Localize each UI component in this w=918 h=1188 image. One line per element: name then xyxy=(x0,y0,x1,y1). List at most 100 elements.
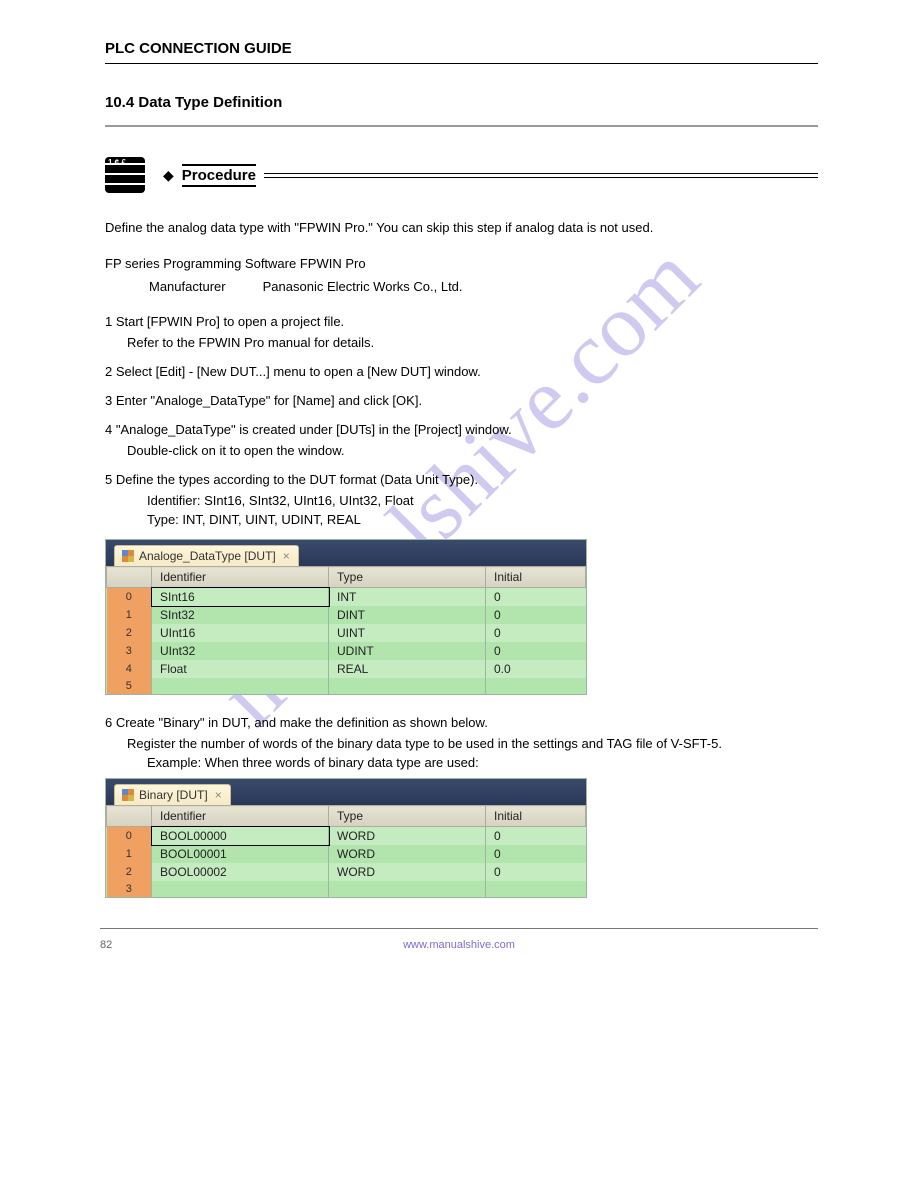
row-num: 4 xyxy=(107,660,152,678)
cell-identifier[interactable]: BOOL00001 xyxy=(152,845,329,863)
row-num: 3 xyxy=(107,881,152,897)
dut-icon xyxy=(122,789,134,801)
cell-type[interactable]: REAL xyxy=(329,660,486,678)
cell-initial[interactable]: 0 xyxy=(486,863,586,881)
row-num: 2 xyxy=(107,624,152,642)
cell-type[interactable] xyxy=(329,678,486,694)
table-row[interactable]: 2UInt16UINT0 xyxy=(107,624,586,642)
step-5-a: 5 Define the types according to the DUT … xyxy=(105,472,818,487)
row-num: 3 xyxy=(107,642,152,660)
cell-initial[interactable]: 0 xyxy=(486,624,586,642)
dut-panel-analoge: Analoge_DataType [DUT] × Identifier Type… xyxy=(105,539,587,695)
cell-initial[interactable] xyxy=(486,678,586,694)
col-identifier[interactable]: Identifier xyxy=(152,567,329,588)
page-number: 82 xyxy=(100,939,130,951)
cell-initial[interactable]: 0 xyxy=(486,588,586,607)
cell-identifier[interactable]: BOOL00002 xyxy=(152,863,329,881)
cell-identifier[interactable]: BOOL00000 xyxy=(152,827,329,846)
cell-identifier[interactable]: UInt32 xyxy=(152,642,329,660)
col-initial[interactable]: Initial xyxy=(486,567,586,588)
cell-initial[interactable]: 0 xyxy=(486,606,586,624)
cell-type[interactable]: INT xyxy=(329,588,486,607)
step-2: 2 Select [Edit] - [New DUT...] menu to o… xyxy=(105,364,818,379)
panel-titlebar: Binary [DUT] × xyxy=(106,779,586,805)
numbered-list-icon xyxy=(105,157,145,193)
cell-type[interactable]: DINT xyxy=(329,606,486,624)
cell-initial[interactable]: 0 xyxy=(486,642,586,660)
col-type[interactable]: Type xyxy=(329,806,486,827)
table-row[interactable]: 4FloatREAL0.0 xyxy=(107,660,586,678)
step-6-a: 6 Create "Binary" in DUT, and make the d… xyxy=(105,715,818,730)
dut-table-binary: Identifier Type Initial 0BOOL00000WORD0 … xyxy=(106,805,586,897)
dut-panel-binary: Binary [DUT] × Identifier Type Initial 0… xyxy=(105,778,587,898)
table-row[interactable]: 3UInt32UDINT0 xyxy=(107,642,586,660)
step-1-a: 1 Start [FPWIN Pro] to open a project fi… xyxy=(105,314,818,329)
cell-identifier[interactable] xyxy=(152,678,329,694)
tab-label: Binary [DUT] xyxy=(139,788,208,802)
bullet-icon: ◆ xyxy=(163,167,174,184)
col-identifier[interactable]: Identifier xyxy=(152,806,329,827)
step-4-a: 4 "Analoge_DataType" is created under [D… xyxy=(105,422,818,437)
row-num: 0 xyxy=(107,588,152,607)
table-row[interactable]: 1SInt32DINT0 xyxy=(107,606,586,624)
procedure-heading-row: ◆ Procedure xyxy=(105,157,818,193)
col-initial[interactable]: Initial xyxy=(486,806,586,827)
footer-site-link[interactable]: www.manualshive.com xyxy=(403,939,515,951)
row-num: 0 xyxy=(107,827,152,846)
footer-rule xyxy=(100,928,818,929)
step-3: 3 Enter "Analoge_DataType" for [Name] an… xyxy=(105,393,818,408)
cell-identifier[interactable]: Float xyxy=(152,660,329,678)
close-icon[interactable]: × xyxy=(215,788,222,802)
step-6-c: Example: When three words of binary data… xyxy=(105,755,818,770)
software-title: FP series Programming Software FPWIN Pro xyxy=(105,253,818,275)
table-row[interactable]: 5 xyxy=(107,678,586,694)
col-blank[interactable] xyxy=(107,806,152,827)
header-title: PLC CONNECTION GUIDE xyxy=(105,40,818,57)
cell-initial[interactable] xyxy=(486,881,586,897)
panel-tab-analoge[interactable]: Analoge_DataType [DUT] × xyxy=(114,545,299,566)
step-5-b: Identifier: SInt16, SInt32, UInt16, UInt… xyxy=(105,493,818,508)
row-num: 1 xyxy=(107,845,152,863)
double-rule xyxy=(264,173,818,178)
step-4-b: Double-click on it to open the window. xyxy=(105,443,818,458)
row-num: 2 xyxy=(107,863,152,881)
cell-type[interactable]: WORD xyxy=(329,827,486,846)
table-row[interactable]: 0SInt16INT0 xyxy=(107,588,586,607)
cell-type[interactable]: UDINT xyxy=(329,642,486,660)
cell-identifier[interactable] xyxy=(152,881,329,897)
cell-initial[interactable]: 0 xyxy=(486,827,586,846)
manufacturer-value: Panasonic Electric Works Co., Ltd. xyxy=(263,279,463,294)
tab-label: Analoge_DataType [DUT] xyxy=(139,549,276,563)
cell-identifier[interactable]: SInt16 xyxy=(152,588,329,607)
table-row[interactable]: 0BOOL00000WORD0 xyxy=(107,827,586,846)
procedure-title: Procedure xyxy=(182,164,256,187)
close-icon[interactable]: × xyxy=(283,549,290,563)
panel-tab-binary[interactable]: Binary [DUT] × xyxy=(114,784,231,805)
header-rule xyxy=(105,63,818,64)
cell-identifier[interactable]: UInt16 xyxy=(152,624,329,642)
cell-type[interactable]: WORD xyxy=(329,845,486,863)
table-row[interactable]: 2BOOL00002WORD0 xyxy=(107,863,586,881)
dut-table-analoge: Identifier Type Initial 0SInt16INT0 1SIn… xyxy=(106,566,586,694)
manufacturer-label: Manufacturer xyxy=(149,279,259,294)
section-divider xyxy=(105,125,818,127)
col-blank[interactable] xyxy=(107,567,152,588)
cell-identifier[interactable]: SInt32 xyxy=(152,606,329,624)
cell-initial[interactable]: 0.0 xyxy=(486,660,586,678)
cell-type[interactable]: WORD xyxy=(329,863,486,881)
cell-type[interactable]: UINT xyxy=(329,624,486,642)
row-num: 1 xyxy=(107,606,152,624)
cell-type[interactable] xyxy=(329,881,486,897)
table-row[interactable]: 3 xyxy=(107,881,586,897)
dut-icon xyxy=(122,550,134,562)
row-num: 5 xyxy=(107,678,152,694)
section-heading: 10.4 Data Type Definition xyxy=(105,94,818,111)
manufacturer-row: Manufacturer Panasonic Electric Works Co… xyxy=(149,279,818,294)
table-row[interactable]: 1BOOL00001WORD0 xyxy=(107,845,586,863)
step-5-c: Type: INT, DINT, UINT, UDINT, REAL xyxy=(105,512,818,527)
intro-text: Define the analog data type with "FPWIN … xyxy=(105,217,818,239)
step-1-b: Refer to the FPWIN Pro manual for detail… xyxy=(105,335,818,350)
cell-initial[interactable]: 0 xyxy=(486,845,586,863)
col-type[interactable]: Type xyxy=(329,567,486,588)
panel-titlebar: Analoge_DataType [DUT] × xyxy=(106,540,586,566)
